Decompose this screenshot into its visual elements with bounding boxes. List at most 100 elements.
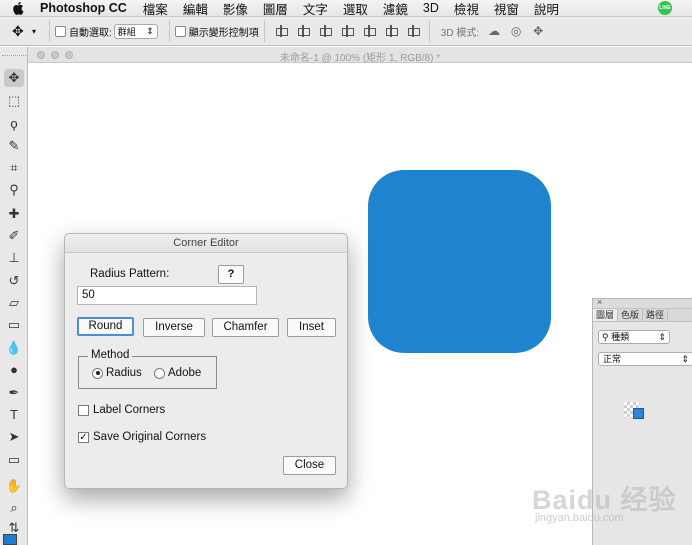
pen-tool-icon[interactable]: ✒: [4, 384, 24, 402]
tab-channels[interactable]: 色版: [618, 309, 644, 321]
align-vertical-centers-icon[interactable]: [297, 25, 310, 37]
dropdown-arrows-icon: ⇕: [681, 354, 689, 364]
auto-select-value: 群組: [117, 26, 136, 37]
divider: [263, 20, 265, 42]
dropdown-arrows-icon: ⇕: [658, 332, 666, 342]
move-tool-icon[interactable]: ✥: [4, 69, 24, 87]
radius-pattern-input[interactable]: 50: [77, 286, 257, 305]
auto-select-checkbox[interactable]: [55, 25, 67, 37]
3d-mode-label: 3D 模式:: [440, 27, 480, 39]
adobe-radio-dot[interactable]: [154, 367, 165, 379]
app-name-menu[interactable]: Photoshop CC: [40, 1, 127, 15]
divider: [49, 20, 51, 42]
tab-layers[interactable]: 圖層: [593, 309, 619, 321]
adobe-radio[interactable]: Adobe: [154, 367, 201, 379]
history-brush-tool-icon[interactable]: ↺: [4, 272, 24, 290]
rectangle-tool-icon[interactable]: ▭: [4, 451, 24, 469]
document-tab-bar: 未命名-1 @ 100% (矩形 1, RGB/8) *: [28, 47, 692, 64]
panel-header: ×: [593, 297, 692, 309]
menu-filter[interactable]: 濾鏡: [383, 0, 408, 18]
close-button[interactable]: Close: [283, 456, 336, 475]
tool-preset-caret-icon[interactable]: ▾: [32, 27, 36, 36]
align-top-edges-icon[interactable]: [275, 25, 288, 37]
3d-orbit-icon[interactable]: ☁: [487, 24, 501, 38]
menu-image[interactable]: 影像: [223, 0, 248, 18]
panel-tabs: 圖層 色版 路徑: [593, 309, 692, 322]
method-legend: Method: [88, 349, 133, 361]
inset-button[interactable]: Inset: [287, 318, 336, 337]
dodge-tool-icon[interactable]: ●: [4, 361, 24, 379]
menu-edit[interactable]: 編輯: [183, 0, 208, 18]
save-original-corners-label: Save Original Corners: [93, 431, 207, 443]
auto-select-dropdown[interactable]: 群組 ⇕: [113, 23, 158, 39]
foreground-color-swatch[interactable]: [3, 534, 17, 545]
show-transform-checkbox[interactable]: [174, 25, 186, 37]
radius-radio[interactable]: Radius: [92, 367, 142, 379]
inverse-button[interactable]: Inverse: [143, 318, 205, 337]
align-horizontal-centers-icon[interactable]: [363, 25, 376, 37]
quick-select-tool-icon[interactable]: ✎: [4, 137, 24, 155]
brush-tool-icon[interactable]: ✐: [4, 227, 24, 245]
align-bottom-edges-icon[interactable]: [319, 25, 332, 37]
help-button[interactable]: ?: [218, 265, 244, 284]
align-right-edges-icon[interactable]: [385, 25, 398, 37]
document-title: 未命名-1 @ 100% (矩形 1, RGB/8) *: [279, 53, 441, 64]
3d-roll-icon[interactable]: ◎: [509, 24, 523, 38]
layer-filter-dropdown[interactable]: ⚲ 種類 ⇕: [598, 330, 670, 344]
menu-3d[interactable]: 3D: [423, 1, 439, 15]
dropdown-arrows-icon: ⇕: [146, 25, 154, 36]
show-transform-label: 顯示變形控制項: [188, 27, 259, 39]
marquee-tool-icon[interactable]: ⬚: [4, 92, 24, 110]
search-icon: ⚲: [602, 332, 609, 342]
eyedropper-tool-icon[interactable]: ⚲: [4, 181, 24, 199]
menu-layer[interactable]: 圖層: [263, 0, 288, 18]
label-corners-checkbox[interactable]: [78, 404, 89, 416]
menu-select[interactable]: 選取: [343, 0, 368, 18]
label-corners-option[interactable]: Label Corners: [78, 404, 165, 416]
radius-radio-dot[interactable]: [92, 367, 103, 379]
shape-layer-badge-icon: [633, 408, 644, 419]
rounded-rectangle-shape[interactable]: [368, 170, 551, 353]
gradient-tool-icon[interactable]: ▭: [4, 316, 24, 334]
dialog-title: Corner Editor: [65, 234, 347, 253]
tab-paths[interactable]: 路徑: [643, 309, 669, 321]
blend-mode-dropdown[interactable]: 正常 ⇕: [598, 352, 692, 366]
layer-filter-label: 種類: [611, 332, 630, 342]
lasso-tool-icon[interactable]: ϙ: [4, 115, 24, 133]
distribute-icon[interactable]: [407, 25, 420, 37]
eraser-tool-icon[interactable]: ▱: [4, 294, 24, 312]
close-panel-icon[interactable]: ×: [597, 297, 602, 307]
options-bar: ✥ ▾ 自動選取: 群組 ⇕ 顯示變形控制項 3D 模式: ☁ ◎ ✥: [0, 17, 692, 46]
apple-logo-icon[interactable]: [12, 1, 26, 15]
menu-help[interactable]: 說明: [534, 0, 559, 18]
round-button[interactable]: Round: [77, 317, 134, 336]
crop-tool-icon[interactable]: ⌗: [4, 159, 24, 177]
menu-bar: Photoshop CC 檔案 編輯 影像 圖層 文字 選取 濾鏡 3D 檢視 …: [0, 0, 692, 17]
panel-grip[interactable]: [2, 55, 26, 58]
healing-brush-tool-icon[interactable]: ✚: [4, 205, 24, 223]
type-tool-icon[interactable]: T: [4, 406, 24, 424]
label-corners-label: Label Corners: [93, 404, 166, 416]
move-tool-icon[interactable]: ✥: [12, 23, 32, 40]
menu-type[interactable]: 文字: [303, 0, 328, 18]
chamfer-button[interactable]: Chamfer: [212, 318, 279, 337]
blend-mode-value: 正常: [603, 354, 622, 364]
adobe-radio-label: Adobe: [168, 367, 202, 379]
zoom-tool-icon[interactable]: ⌕: [4, 499, 24, 517]
save-original-corners-option[interactable]: ✓ Save Original Corners: [78, 431, 206, 443]
auto-select-label: 自動選取:: [69, 27, 112, 39]
menu-file[interactable]: 檔案: [143, 0, 168, 18]
align-left-edges-icon[interactable]: [341, 25, 354, 37]
blur-tool-icon[interactable]: 💧: [4, 339, 24, 357]
line-app-icon[interactable]: LINE: [658, 1, 672, 15]
watermark-url: jingyan.baidu.com: [535, 512, 624, 524]
path-selection-tool-icon[interactable]: ➤: [4, 428, 24, 446]
clone-stamp-tool-icon[interactable]: ⊥: [4, 249, 24, 267]
3d-pan-icon[interactable]: ✥: [531, 24, 545, 38]
align-buttons: [270, 25, 424, 37]
menu-window[interactable]: 視窗: [494, 0, 519, 18]
save-original-corners-checkbox[interactable]: ✓: [78, 431, 89, 443]
hand-tool-icon[interactable]: ✋: [4, 477, 24, 495]
radius-pattern-label: Radius Pattern:: [90, 268, 170, 280]
menu-view[interactable]: 檢視: [454, 0, 479, 18]
